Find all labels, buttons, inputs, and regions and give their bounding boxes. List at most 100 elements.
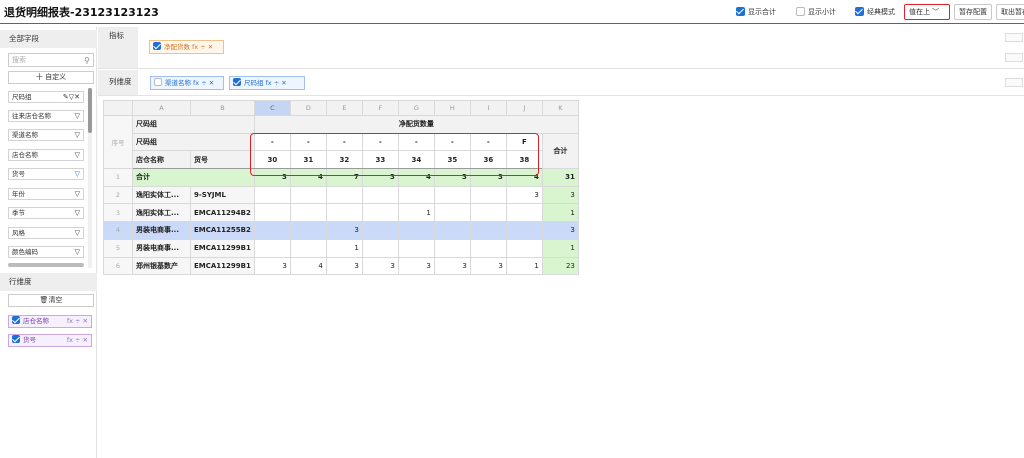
row-number[interactable]: 6 — [103, 256, 133, 276]
dash-cell[interactable]: - — [289, 132, 327, 152]
row-number[interactable]: 1 — [103, 168, 133, 187]
value-cell[interactable]: 1 — [397, 203, 435, 223]
value-cell[interactable]: 4 — [289, 256, 327, 276]
row-total-cell[interactable]: 3 — [541, 185, 579, 205]
metric-chip-net-allocation[interactable]: 净配货数 fx ÷ ✕ — [149, 40, 224, 54]
field-item-year[interactable]: 年份 ▽ — [8, 188, 84, 200]
value-cell[interactable] — [433, 203, 471, 223]
size-cell[interactable]: 35 — [433, 150, 471, 170]
col-letter[interactable]: C — [253, 100, 291, 116]
value-cell[interactable] — [469, 203, 507, 223]
save-config-button[interactable]: 暂存配置 — [954, 4, 992, 20]
value-cell[interactable] — [433, 221, 471, 240]
col-letter[interactable]: F — [361, 100, 399, 116]
field-item-color-code[interactable]: 颜色编码 ▽ — [8, 246, 84, 258]
checkbox-checked-icon[interactable] — [153, 42, 161, 50]
value-cell[interactable] — [253, 203, 291, 223]
col-letter[interactable]: J — [505, 100, 543, 116]
total-cell[interactable]: 3 — [361, 168, 399, 187]
side-control[interactable] — [1005, 53, 1023, 62]
size-cell[interactable]: 33 — [361, 150, 399, 170]
value-cell[interactable] — [505, 221, 543, 240]
value-cell[interactable] — [505, 203, 543, 223]
filter-icon[interactable]: ▽ — [75, 111, 80, 121]
chip-action-icons[interactable]: fx ÷ ✕ — [67, 316, 88, 327]
value-cell[interactable]: 3 — [361, 256, 399, 276]
col-letter[interactable]: K — [541, 100, 579, 116]
sku-header[interactable]: 货号 — [190, 150, 255, 170]
clear-row-dims-button[interactable]: 🗑︎清空 — [8, 294, 94, 307]
cancel-save-button[interactable]: 取出暂存 — [996, 4, 1024, 20]
chip-action-icons[interactable]: fx ÷ ✕ — [67, 335, 88, 346]
value-cell[interactable] — [469, 221, 507, 240]
value-cell[interactable] — [325, 203, 363, 223]
show-total-toggle[interactable]: 显示合计 — [736, 6, 776, 18]
filter-icon[interactable]: ▽ — [75, 247, 80, 257]
store-cell[interactable]: 男装电商事... — [132, 238, 191, 258]
value-cell[interactable] — [397, 238, 435, 258]
dash-cell[interactable]: - — [469, 132, 507, 152]
value-cell[interactable]: 3 — [433, 256, 471, 276]
col-letter[interactable]: I — [469, 100, 507, 116]
dash-cell[interactable]: - — [361, 132, 399, 152]
row-total-cell[interactable]: 1 — [541, 203, 579, 223]
filter-icon[interactable]: ▽ — [75, 150, 80, 160]
row-dim-chip-store[interactable]: 店仓名称 fx ÷ ✕ — [8, 315, 92, 328]
value-cell[interactable] — [253, 185, 291, 205]
measure-header[interactable]: 净配货数量 — [253, 115, 579, 134]
filter-icon[interactable]: ▽ — [75, 228, 80, 238]
value-cell[interactable] — [361, 203, 399, 223]
value-cell[interactable]: 3 — [253, 256, 291, 276]
field-item-partner-store[interactable]: 往来店仓名称 ▽ — [8, 110, 84, 122]
size-cell[interactable]: 32 — [325, 150, 363, 170]
value-cell[interactable] — [253, 238, 291, 258]
total-cell[interactable]: 3 — [253, 168, 291, 187]
row-dim-chip-sku[interactable]: 货号 fx ÷ ✕ — [8, 334, 92, 347]
side-control[interactable] — [1005, 78, 1023, 87]
value-cell[interactable] — [325, 185, 363, 205]
dash-cell[interactable]: - — [433, 132, 471, 152]
value-cell[interactable]: 1 — [325, 238, 363, 258]
value-cell[interactable]: 3 — [397, 256, 435, 276]
size-cell[interactable]: 30 — [253, 150, 291, 170]
total-cell[interactable]: 3 — [433, 168, 471, 187]
total-row-label[interactable]: 合计 — [132, 168, 255, 187]
filter-icon[interactable]: ▽ — [75, 208, 80, 218]
value-cell[interactable] — [469, 185, 507, 205]
sku-cell[interactable]: EMCA11255B2 — [190, 221, 255, 240]
sku-cell[interactable]: EMCA11299B1 — [190, 256, 255, 276]
value-cell[interactable] — [361, 221, 399, 240]
value-cell[interactable] — [289, 203, 327, 223]
row-total-cell[interactable]: 3 — [541, 221, 579, 240]
value-cell[interactable] — [469, 238, 507, 258]
column-dim-chip-size-group[interactable]: 尺码组 fx ÷ ✕ — [229, 76, 305, 90]
value-cell[interactable] — [361, 185, 399, 205]
add-custom-field-button[interactable]: 十 自定义 — [8, 71, 94, 84]
sku-cell[interactable]: EMCA11294B2 — [190, 203, 255, 223]
filter-active-icon[interactable]: ▽ — [75, 169, 80, 179]
size-cell[interactable]: 38 — [505, 150, 543, 170]
chip-action-icons[interactable]: fx ÷ ✕ — [266, 79, 287, 87]
value-cell[interactable] — [433, 185, 471, 205]
value-cell[interactable] — [289, 238, 327, 258]
column-dim-chip-channel[interactable]: 渠道名称 fx ÷ ✕ — [150, 76, 224, 90]
row-total-cell[interactable]: 23 — [541, 256, 579, 276]
store-cell[interactable]: 逸阳实体工... — [132, 203, 191, 223]
row-total-cell[interactable]: 1 — [541, 238, 579, 258]
header-cell[interactable]: 尺码组 — [132, 132, 255, 152]
total-cell[interactable]: 7 — [325, 168, 363, 187]
row-number[interactable]: 3 — [103, 203, 133, 223]
col-letter[interactable]: E — [325, 100, 363, 116]
header-cell[interactable]: 尺码组 — [132, 115, 255, 134]
filter-icon[interactable]: ▽ — [75, 130, 80, 140]
checkbox-checked-icon[interactable] — [12, 335, 20, 343]
dash-cell[interactable]: F — [505, 132, 543, 152]
total-cell[interactable]: 3 — [469, 168, 507, 187]
field-list-hscrollbar[interactable] — [8, 263, 84, 267]
value-cell[interactable] — [505, 238, 543, 258]
value-cell[interactable] — [397, 221, 435, 240]
store-header[interactable]: 店仓名称 — [132, 150, 191, 170]
field-list-scrollbar[interactable] — [88, 88, 92, 268]
dash-cell[interactable]: - — [253, 132, 291, 152]
row-number[interactable]: 4 — [103, 221, 133, 240]
